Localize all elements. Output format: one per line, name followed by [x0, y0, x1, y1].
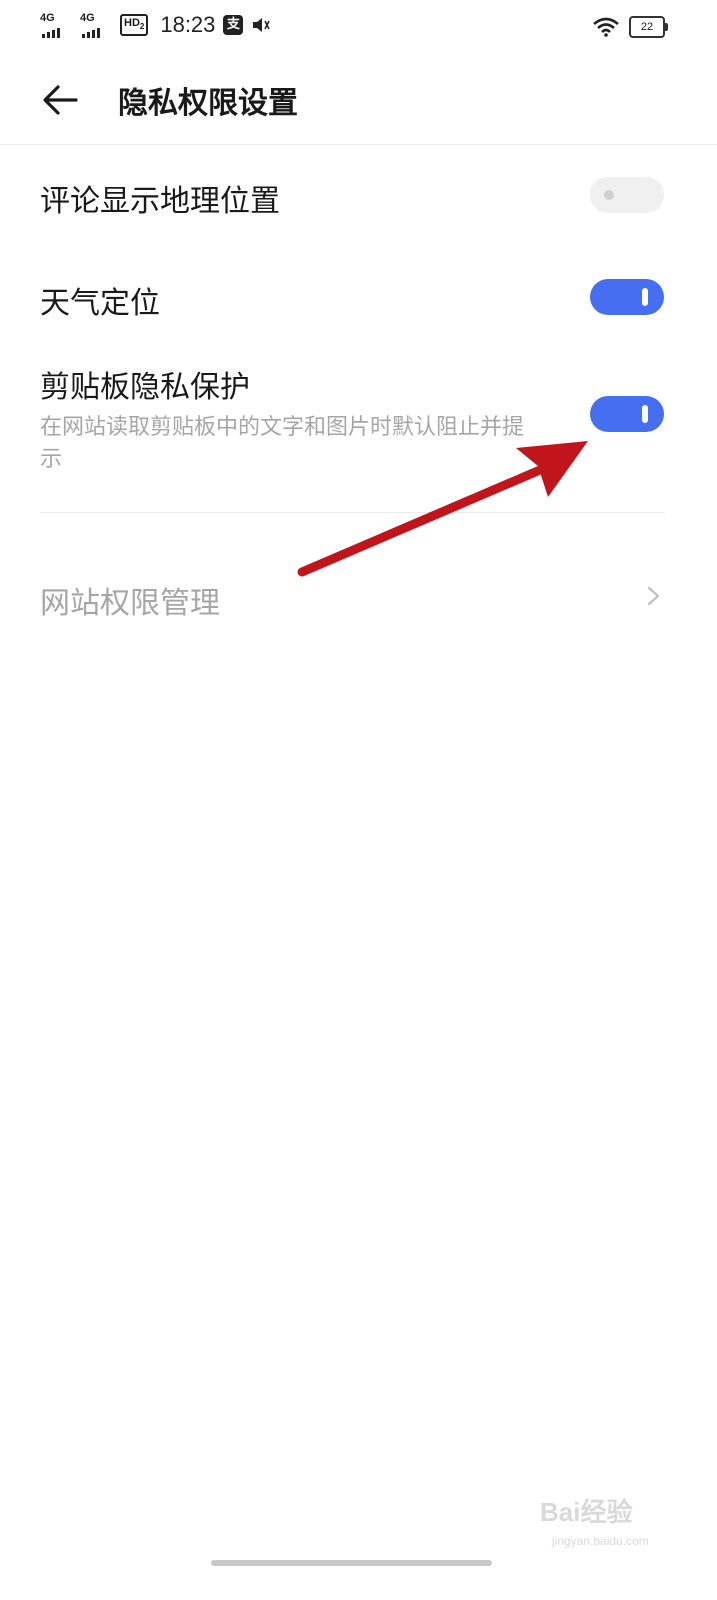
setting-label: 评论显示地理位置 — [40, 184, 280, 219]
page-header: 隐私权限设置 — [0, 56, 717, 145]
setting-label: 剪贴板隐私保护 — [40, 370, 250, 405]
home-indicator[interactable] — [211, 1560, 492, 1566]
page-title: 隐私权限设置 — [118, 86, 298, 121]
cellular-signal-icon: 4G — [80, 12, 112, 38]
setting-clipboard-protect: 剪贴板隐私保护 在网站读取剪贴板中的文字和图片时默认阻止并提示 — [40, 362, 665, 476]
setting-site-permission[interactable]: 网站权限管理 — [40, 578, 665, 621]
chevron-right-icon — [647, 586, 660, 606]
status-time: 18:23 — [160, 12, 216, 37]
back-arrow-icon[interactable] — [40, 82, 80, 118]
weather-location-toggle[interactable] — [590, 279, 664, 315]
setting-comment-location: 评论显示地理位置 — [40, 176, 665, 220]
alipay-notification-icon: 支 — [223, 15, 244, 35]
hd-voice-icon: HD2 — [120, 13, 149, 37]
section-divider — [40, 512, 665, 513]
comment-location-toggle[interactable] — [590, 177, 664, 213]
battery-icon: 22 — [629, 16, 668, 38]
setting-label: 网站权限管理 — [40, 586, 220, 621]
mute-icon — [253, 18, 271, 32]
setting-label: 天气定位 — [40, 286, 160, 321]
setting-description: 在网站读取剪贴板中的文字和图片时默认阻止并提示 — [40, 415, 525, 472]
baidu-watermark-logo: Bai经验 jingyan.baidu.com — [540, 1497, 649, 1548]
clipboard-protect-toggle[interactable] — [590, 396, 664, 432]
status-bar: 4G 4G HD2 18:23 支 22 — [0, 0, 717, 56]
wifi-icon — [593, 17, 619, 37]
cellular-signal-icon: 4G — [40, 12, 72, 38]
setting-weather-location: 天气定位 — [40, 278, 665, 322]
